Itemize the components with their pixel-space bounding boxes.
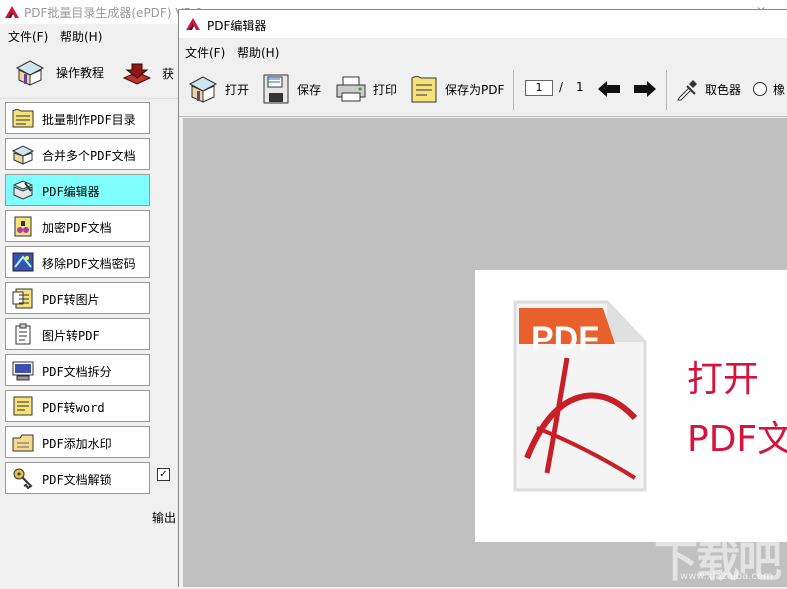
sidebar-item-image-to-pdf[interactable]: 图片转PDF xyxy=(5,318,150,350)
sidebar-item-label: PDF转word xyxy=(42,401,105,415)
editor-icon xyxy=(12,180,34,200)
site-watermark: 下载吧 www.xiazaiba.com xyxy=(650,525,787,587)
printer-icon xyxy=(336,76,366,102)
sidebar-item-split[interactable]: PDF文档拆分 xyxy=(5,354,150,386)
option-checkbox[interactable]: ✓ xyxy=(157,468,170,481)
split-icon xyxy=(12,361,34,381)
sidebar-item-pdf-to-word[interactable]: PDF转word xyxy=(5,390,150,422)
color-picker-label: 取色器 xyxy=(705,83,742,97)
app-logo-icon xyxy=(186,18,200,30)
sidebar-item-label: 合并多个PDF文档 xyxy=(42,149,136,163)
print-label: 打印 xyxy=(373,83,398,97)
open-button[interactable]: 打开 xyxy=(187,72,253,108)
sidebar-item-label: 批量制作PDF目录 xyxy=(42,113,136,127)
app-logo-icon xyxy=(5,6,19,18)
save-label: 保存 xyxy=(297,83,322,97)
eraser-radio[interactable] xyxy=(753,82,767,96)
open-icon xyxy=(188,76,218,103)
back-menu-bar: 文件(F) 帮助(H) xyxy=(0,26,190,46)
save-as-pdf-label: 保存为PDF xyxy=(445,83,505,97)
back-toolbar: 操作教程 获 xyxy=(0,48,182,99)
watermark-url: www.xiazaiba.com xyxy=(680,571,773,582)
next-page-icon[interactable] xyxy=(632,78,658,100)
menu-file[interactable]: 文件(F) xyxy=(8,28,48,45)
remove-password-icon xyxy=(12,252,34,272)
tutorial-label: 操作教程 xyxy=(56,66,105,80)
sidebar-item-label: PDF编辑器 xyxy=(42,185,100,199)
sidebar-item-batch-catalog[interactable]: 批量制作PDF目录 xyxy=(5,102,150,134)
catalog-icon xyxy=(12,109,34,128)
download-icon[interactable] xyxy=(122,60,152,86)
open-label: 打开 xyxy=(225,83,250,97)
save-icon xyxy=(263,74,289,104)
encrypt-icon xyxy=(14,216,32,237)
tutorial-button[interactable]: 操作教程 xyxy=(14,56,124,88)
document-canvas[interactable]: PDF 打开 PDF文 xyxy=(183,118,787,587)
sidebar-item-remove-password[interactable]: 移除PDF文档密码 xyxy=(5,246,150,278)
save-button[interactable]: 保存 xyxy=(261,72,325,108)
print-button[interactable]: 打印 xyxy=(335,72,399,108)
pdf-to-image-icon xyxy=(12,288,33,309)
sidebar-item-encrypt[interactable]: 加密PDF文档 xyxy=(5,210,150,242)
save-as-pdf-icon xyxy=(411,76,437,103)
merge-icon xyxy=(11,145,35,165)
sidebar-item-label: PDF添加水印 xyxy=(42,437,112,451)
sidebar-item-pdf-editor[interactable]: PDF编辑器 xyxy=(5,174,150,206)
pdf-editor-window: PDF编辑器 文件(F) 帮助(H) 打开 保存 打印 保存为PDF 1 / 1… xyxy=(178,9,787,587)
page-total: 1 xyxy=(576,80,584,94)
tutorial-icon xyxy=(15,60,45,86)
sidebar-item-label: PDF文档解锁 xyxy=(42,473,112,487)
sidebar-item-pdf-to-image[interactable]: PDF转图片 xyxy=(5,282,150,314)
watermark-icon xyxy=(12,434,34,452)
pdf-badge-text: PDF xyxy=(531,320,599,358)
eraser-label-partial: 橡 xyxy=(773,83,786,97)
eyedropper-icon xyxy=(677,80,697,101)
sidebar-item-merge[interactable]: 合并多个PDF文档 xyxy=(5,138,150,170)
editor-window-title: PDF编辑器 xyxy=(207,19,267,33)
pdf-page-preview: PDF 打开 PDF文 xyxy=(475,270,787,542)
save-as-pdf-button[interactable]: 保存为PDF xyxy=(409,72,505,108)
color-picker-button[interactable]: 取色器 xyxy=(675,72,745,108)
toolbar-divider xyxy=(513,70,514,110)
pdf-to-word-icon xyxy=(13,396,33,416)
prev-page-icon[interactable] xyxy=(596,78,622,100)
back-window-title: PDF批量目录生成器(ePDF) V5.0 xyxy=(24,6,203,20)
output-label-partial: 输出 xyxy=(152,511,177,525)
editor-toolbar: 打开 保存 打印 保存为PDF 1 / 1 取色器 橡 xyxy=(179,64,787,117)
toolbar-divider xyxy=(666,70,667,110)
get-label-partial: 获 xyxy=(162,67,175,81)
sidebar-item-label: 加密PDF文档 xyxy=(42,221,112,235)
page-number-input[interactable]: 1 xyxy=(525,80,553,96)
editor-menu-bar: 文件(F) 帮助(H) xyxy=(179,40,787,62)
menu-help[interactable]: 帮助(H) xyxy=(237,44,279,61)
sidebar-item-watermark[interactable]: PDF添加水印 xyxy=(5,426,150,458)
menu-help[interactable]: 帮助(H) xyxy=(60,28,102,45)
page-separator: / xyxy=(559,80,564,94)
preview-line-open: 打开 xyxy=(687,359,760,400)
image-to-pdf-icon xyxy=(15,323,31,345)
unlock-icon xyxy=(13,468,33,489)
menu-file[interactable]: 文件(F) xyxy=(185,44,225,61)
sidebar-item-unlock[interactable]: PDF文档解锁 xyxy=(5,462,150,494)
sidebar-item-label: 移除PDF文档密码 xyxy=(42,257,136,271)
sidebar-item-label: PDF文档拆分 xyxy=(42,365,112,379)
editor-title-bar: PDF编辑器 xyxy=(179,10,787,38)
sidebar-item-label: PDF转图片 xyxy=(42,293,100,307)
sidebar-item-label: 图片转PDF xyxy=(42,329,100,343)
preview-line-pdf: PDF文 xyxy=(687,419,787,460)
